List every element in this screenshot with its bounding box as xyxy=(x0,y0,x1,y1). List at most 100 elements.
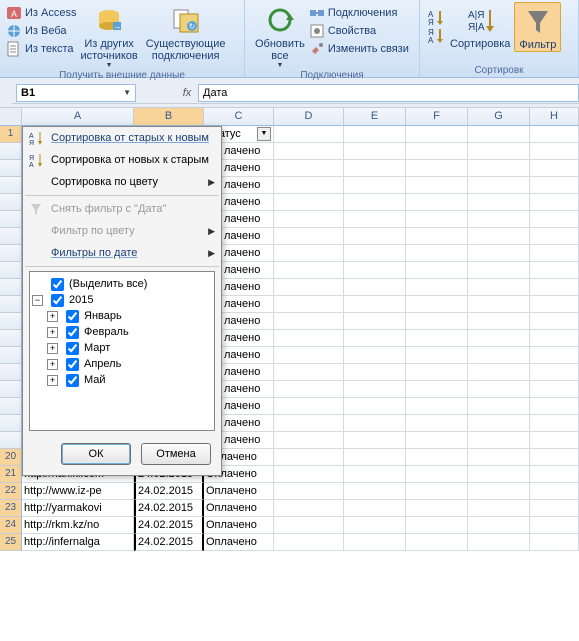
cell[interactable] xyxy=(344,500,406,517)
from-access-button[interactable]: A Из Access xyxy=(6,4,76,21)
cell[interactable] xyxy=(274,415,344,432)
cell[interactable]: лачено xyxy=(222,194,274,211)
cell[interactable] xyxy=(274,126,344,143)
col-header-f[interactable]: F xyxy=(406,108,468,126)
row-header[interactable]: 20 xyxy=(0,449,22,466)
row-header[interactable] xyxy=(0,415,22,432)
cell[interactable] xyxy=(468,177,530,194)
tree-year[interactable]: − 2015 xyxy=(32,292,212,308)
cell[interactable] xyxy=(468,296,530,313)
cell[interactable] xyxy=(344,245,406,262)
cell[interactable] xyxy=(274,517,344,534)
cell[interactable]: Оплачено xyxy=(204,483,274,500)
cell[interactable] xyxy=(530,296,579,313)
cell[interactable] xyxy=(274,381,344,398)
cell[interactable]: http://infernalga xyxy=(22,534,134,551)
expand-icon[interactable]: + xyxy=(47,327,58,338)
cell[interactable] xyxy=(468,415,530,432)
cell[interactable] xyxy=(274,228,344,245)
cell[interactable] xyxy=(406,534,468,551)
cell[interactable] xyxy=(468,228,530,245)
cell[interactable] xyxy=(530,449,579,466)
cell[interactable] xyxy=(344,160,406,177)
cell[interactable] xyxy=(274,262,344,279)
cell[interactable] xyxy=(406,483,468,500)
sort-button[interactable]: А|ЯЯ|А Сортировка xyxy=(446,2,514,50)
cell[interactable] xyxy=(344,194,406,211)
checkbox[interactable] xyxy=(66,326,79,339)
cell[interactable]: лачено xyxy=(222,211,274,228)
sort-oldest-newest[interactable]: АЯ Сортировка от старых к новым xyxy=(23,127,221,149)
cell[interactable] xyxy=(530,398,579,415)
cell[interactable] xyxy=(406,313,468,330)
cell[interactable] xyxy=(406,143,468,160)
cell[interactable] xyxy=(530,160,579,177)
checkbox[interactable] xyxy=(66,358,79,371)
cell[interactable]: лачено xyxy=(222,381,274,398)
cell[interactable]: лачено xyxy=(222,347,274,364)
cell[interactable] xyxy=(274,466,344,483)
cell[interactable] xyxy=(406,347,468,364)
cell[interactable] xyxy=(530,500,579,517)
cell[interactable] xyxy=(530,347,579,364)
col-header-d[interactable]: D xyxy=(274,108,344,126)
cell[interactable] xyxy=(344,279,406,296)
cell[interactable] xyxy=(344,364,406,381)
sort-asc-button[interactable]: АЯ xyxy=(426,8,446,25)
sort-newest-oldest[interactable]: ЯА Сортировка от новых к старым xyxy=(23,149,221,171)
cell[interactable] xyxy=(274,313,344,330)
expand-icon[interactable]: + xyxy=(47,343,58,354)
filter-dropdown-button[interactable]: ▼ xyxy=(257,127,271,141)
cell[interactable] xyxy=(468,517,530,534)
cell[interactable] xyxy=(406,517,468,534)
cell[interactable] xyxy=(406,398,468,415)
cell[interactable] xyxy=(344,296,406,313)
cell[interactable] xyxy=(530,330,579,347)
col-header-h[interactable]: H xyxy=(530,108,579,126)
cell[interactable] xyxy=(468,245,530,262)
name-box[interactable]: B1 ▼ xyxy=(16,84,136,102)
cell[interactable]: лачено xyxy=(222,160,274,177)
tree-month[interactable]: +Январь xyxy=(32,308,212,324)
ok-button[interactable]: ОК xyxy=(61,443,131,465)
cell[interactable]: лачено xyxy=(222,262,274,279)
sort-desc-button[interactable]: ЯА xyxy=(426,26,446,43)
cell[interactable] xyxy=(468,211,530,228)
tree-month[interactable]: +Апрель xyxy=(32,356,212,372)
cell[interactable] xyxy=(344,449,406,466)
cell[interactable] xyxy=(468,330,530,347)
cell[interactable] xyxy=(406,432,468,449)
row-header[interactable] xyxy=(0,245,22,262)
cell[interactable] xyxy=(468,449,530,466)
cell[interactable]: лачено xyxy=(222,228,274,245)
cell[interactable] xyxy=(406,262,468,279)
cell[interactable] xyxy=(344,313,406,330)
cell[interactable] xyxy=(468,466,530,483)
cell[interactable] xyxy=(274,500,344,517)
cell[interactable] xyxy=(468,483,530,500)
cell[interactable] xyxy=(344,432,406,449)
cell[interactable] xyxy=(344,211,406,228)
cell[interactable]: лачено xyxy=(222,398,274,415)
cell[interactable] xyxy=(406,381,468,398)
cell[interactable] xyxy=(406,415,468,432)
cell[interactable] xyxy=(344,381,406,398)
cell[interactable] xyxy=(406,364,468,381)
cell[interactable] xyxy=(274,432,344,449)
cell[interactable] xyxy=(530,211,579,228)
collapse-icon[interactable]: − xyxy=(32,295,43,306)
row-header[interactable]: 25 xyxy=(0,534,22,551)
from-web-button[interactable]: Из Веба xyxy=(6,22,76,39)
cell[interactable] xyxy=(274,483,344,500)
cell[interactable] xyxy=(406,194,468,211)
cell[interactable] xyxy=(406,177,468,194)
cell[interactable] xyxy=(468,313,530,330)
cell[interactable] xyxy=(344,534,406,551)
row-header[interactable] xyxy=(0,279,22,296)
cell[interactable] xyxy=(468,534,530,551)
cell[interactable] xyxy=(530,228,579,245)
cell[interactable] xyxy=(530,126,579,143)
cell[interactable]: лачено xyxy=(222,415,274,432)
from-text-button[interactable]: Из текста xyxy=(6,40,76,57)
cell[interactable] xyxy=(344,177,406,194)
